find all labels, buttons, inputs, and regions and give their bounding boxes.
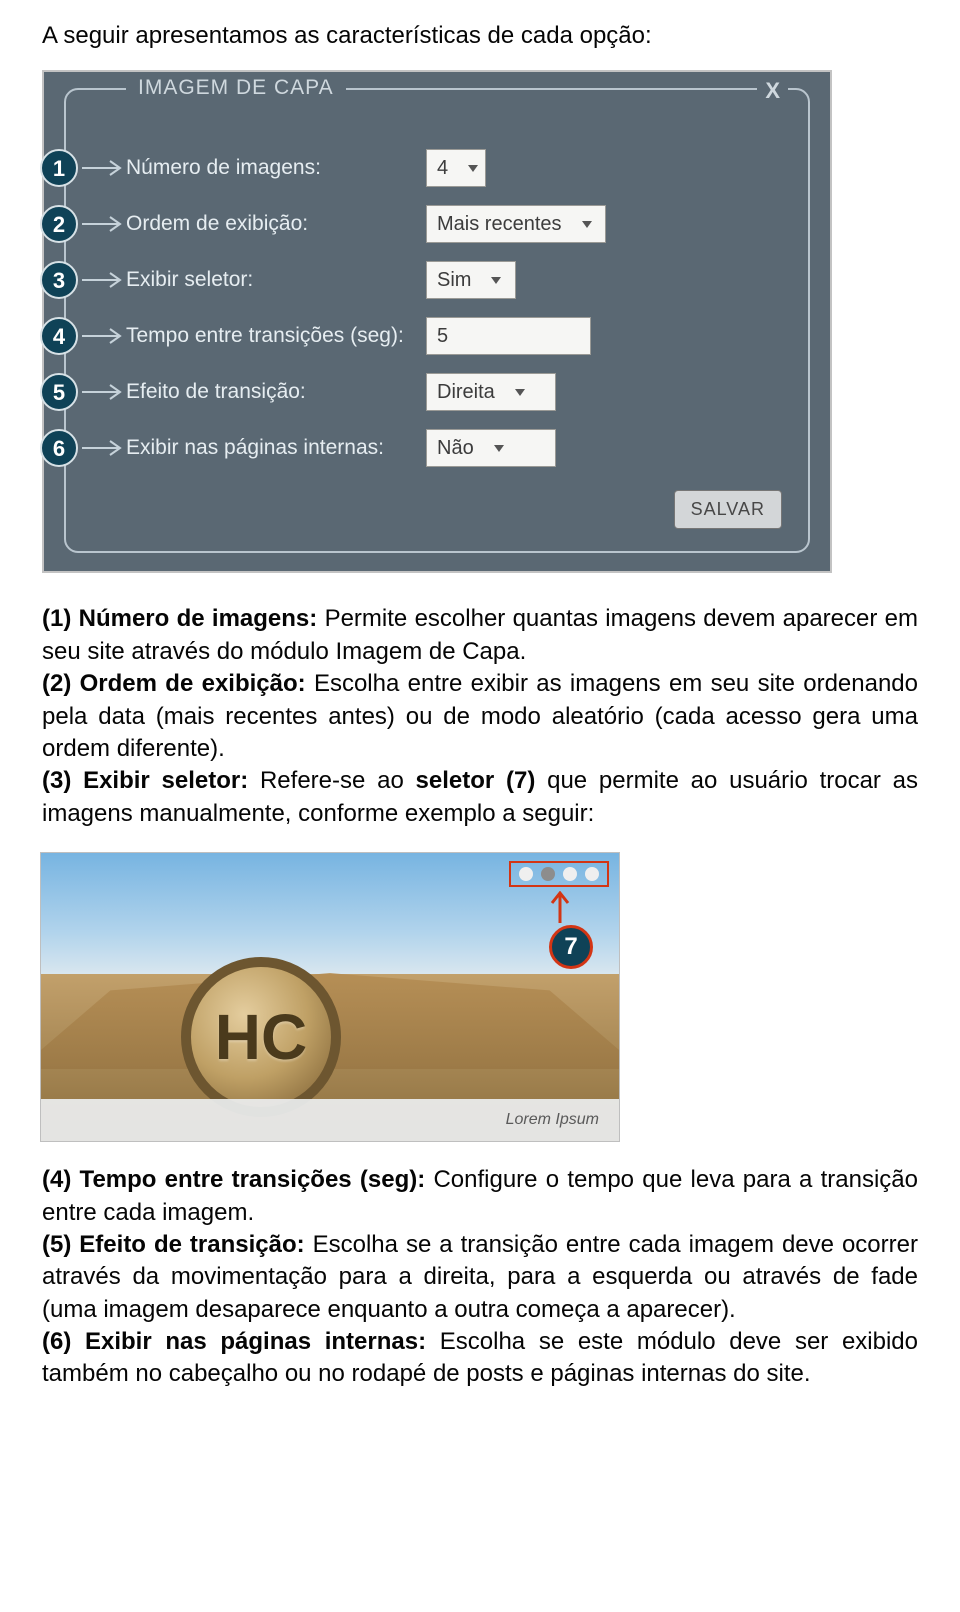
input-value: 5 [437, 323, 448, 350]
desc-4-bold: (4) Tempo entre transições (seg): [42, 1166, 433, 1193]
select-exibir-paginas-internas[interactable]: Não [426, 429, 556, 467]
example-caption: Lorem Ipsum [41, 1099, 619, 1141]
salvar-button[interactable]: SALVAR [674, 490, 782, 529]
callout-badge-5: 5 [40, 373, 78, 411]
label-efeito-transicao: Efeito de transição: [126, 378, 426, 406]
select-efeito-transicao[interactable]: Direita [426, 373, 556, 411]
fieldset-imagem-de-capa: IMAGEM DE CAPA X 1 Número de imagens: 4 [64, 88, 810, 553]
chevron-down-icon [468, 165, 478, 172]
callout-badge-4: 4 [40, 317, 78, 355]
arrow-icon [80, 437, 124, 459]
panel-imagem-de-capa: IMAGEM DE CAPA X 1 Número de imagens: 4 [42, 70, 832, 573]
callout-badge-7: 7 [549, 925, 593, 969]
desc-4: (4) Tempo entre transições (seg): Config… [42, 1164, 918, 1229]
row-tempo-transicao: 4 Tempo entre transições (seg): 5 [126, 308, 786, 364]
selector-dots[interactable] [509, 861, 609, 887]
desc-3-text1: Refere-se ao [260, 767, 416, 794]
arrow-icon [80, 269, 124, 291]
row-numero-imagens: 1 Número de imagens: 4 [126, 140, 786, 196]
row-exibir-paginas-internas: 6 Exibir nas páginas internas: Não [126, 420, 786, 476]
arrow-up-icon [549, 891, 571, 925]
selector-dot[interactable] [519, 867, 533, 881]
close-icon[interactable]: X [757, 76, 788, 106]
select-value: Sim [437, 267, 471, 294]
description-block-2: (4) Tempo entre transições (seg): Config… [42, 1164, 918, 1391]
select-numero-imagens[interactable]: 4 [426, 149, 486, 187]
callout-badge-2: 2 [40, 205, 78, 243]
chevron-down-icon [494, 445, 504, 452]
selector-dot[interactable] [563, 867, 577, 881]
label-tempo-transicao: Tempo entre transições (seg): [126, 322, 426, 350]
desc-6: (6) Exibir nas páginas internas: Escolha… [42, 1326, 918, 1391]
row-exibir-seletor: 3 Exibir seletor: Sim [126, 252, 786, 308]
desc-2-bold: (2) Ordem de exibição: [42, 670, 314, 697]
desc-1-bold: (1) Número de imagens: [42, 605, 325, 632]
select-value: 4 [437, 155, 448, 182]
description-block-1: (1) Número de imagens: Permite escolher … [42, 603, 918, 830]
label-exibir-paginas-internas: Exibir nas páginas internas: [126, 434, 426, 462]
chevron-down-icon [582, 221, 592, 228]
arrow-icon [80, 213, 124, 235]
callout-badge-3: 3 [40, 261, 78, 299]
row-efeito-transicao: 5 Efeito de transição: Direita [126, 364, 786, 420]
chevron-down-icon [515, 389, 525, 396]
arrow-icon [80, 157, 124, 179]
selector-dot-active[interactable] [541, 867, 555, 881]
arrow-icon [80, 381, 124, 403]
label-exibir-seletor: Exibir seletor: [126, 266, 426, 294]
chevron-down-icon [491, 277, 501, 284]
select-exibir-seletor[interactable]: Sim [426, 261, 516, 299]
label-numero-imagens: Número de imagens: [126, 154, 426, 182]
intro-text: A seguir apresentamos as características… [42, 20, 918, 52]
example-crest-icon: HC [181, 957, 341, 1117]
row-ordem-exibicao: 2 Ordem de exibição: Mais recentes [126, 196, 786, 252]
desc-3-bold: (3) Exibir seletor: [42, 767, 260, 794]
panel-legend: IMAGEM DE CAPA [126, 74, 346, 102]
input-tempo-transicao[interactable]: 5 [426, 317, 591, 355]
desc-2: (2) Ordem de exibição: Escolha entre exi… [42, 668, 918, 765]
label-ordem-exibicao: Ordem de exibição: [126, 210, 426, 238]
example-image-selector: HC 7 Lorem Ipsum [40, 852, 620, 1142]
desc-5-bold: (5) Efeito de transição: [42, 1231, 313, 1258]
desc-3: (3) Exibir seletor: Refere-se ao seletor… [42, 765, 918, 830]
select-ordem-exibicao[interactable]: Mais recentes [426, 205, 606, 243]
selector-dot[interactable] [585, 867, 599, 881]
desc-5: (5) Efeito de transição: Escolha se a tr… [42, 1229, 918, 1326]
select-value: Não [437, 435, 474, 462]
select-value: Mais recentes [437, 211, 562, 238]
arrow-icon [80, 325, 124, 347]
desc-3-bold2: seletor (7) [416, 767, 536, 794]
callout-badge-6: 6 [40, 429, 78, 467]
select-value: Direita [437, 379, 495, 406]
desc-1: (1) Número de imagens: Permite escolher … [42, 603, 918, 668]
callout-badge-1: 1 [40, 149, 78, 187]
desc-6-bold: (6) Exibir nas páginas internas: [42, 1328, 440, 1355]
